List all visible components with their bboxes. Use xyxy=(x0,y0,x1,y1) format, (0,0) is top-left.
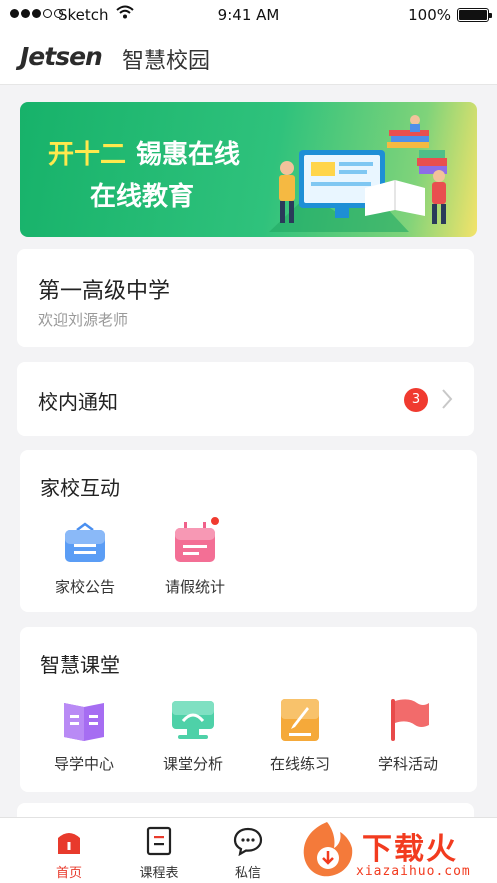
notice-count-badge: 3 xyxy=(404,388,428,412)
grid-item-label: 导学中心 xyxy=(53,755,114,773)
site-watermark: 下载火 xiazaihuo.com xyxy=(294,818,497,883)
smart-class-section: 智慧课堂 导学中心 课堂分析 在线练习 学科活动 xyxy=(20,627,477,792)
flag-icon xyxy=(385,697,431,743)
promo-banner[interactable]: 开十二 锡惠在线 在线教育 xyxy=(20,102,477,237)
banner-line2: 在线教育 xyxy=(90,182,195,212)
exercise-icon xyxy=(277,697,323,743)
grid-item-class-analysis[interactable]: 课堂分析 xyxy=(148,697,238,774)
banner-line1-text: 锡惠在线 xyxy=(136,140,241,170)
school-card[interactable]: 第一高级中学 欢迎刘源老师 xyxy=(17,249,474,347)
watermark-logo-icon xyxy=(303,822,353,877)
section-title-home-school: 家校互动 xyxy=(40,476,120,500)
watermark-url: xiazaihuo.com xyxy=(356,864,471,879)
monitor-icon xyxy=(170,697,216,743)
announcement-icon xyxy=(62,520,108,566)
grid-item-label: 请假统计 xyxy=(164,578,225,596)
tab-label: 课程表 xyxy=(139,866,179,881)
section-title-smart-class: 智慧课堂 xyxy=(40,653,120,677)
app-header: Jetsen 智慧校园 xyxy=(0,30,497,85)
tab-label: 首页 xyxy=(55,866,82,881)
new-indicator-dot xyxy=(210,516,220,526)
banner-line1: 开十二 锡惠在线 xyxy=(48,134,240,171)
grid-item-label: 学科活动 xyxy=(377,755,438,773)
tab-label: 私信 xyxy=(234,866,261,881)
book-icon xyxy=(61,697,107,743)
notice-title: 校内通知 xyxy=(38,390,118,414)
battery-percent: 100% xyxy=(408,6,451,24)
grid-item-label: 家校公告 xyxy=(54,578,115,596)
grid-item-announcement[interactable]: 家校公告 xyxy=(40,520,130,597)
calendar-icon xyxy=(172,516,220,566)
tab-home[interactable]: 首页 xyxy=(39,826,99,881)
tab-messages[interactable]: 私信 xyxy=(218,826,278,881)
grid-item-subject-activity[interactable]: 学科活动 xyxy=(363,697,453,774)
brand-logo: Jetsen xyxy=(20,42,103,71)
chat-bubble-icon xyxy=(233,826,263,857)
tab-schedule[interactable]: 课程表 xyxy=(129,826,189,881)
chevron-right-icon xyxy=(442,389,453,409)
home-school-section: 家校互动 家校公告 请假统计 xyxy=(20,450,477,612)
schedule-icon xyxy=(144,826,174,856)
home-icon xyxy=(54,826,84,856)
grid-item-online-exercise[interactable]: 在线练习 xyxy=(255,697,345,774)
welcome-text: 欢迎刘源老师 xyxy=(38,311,129,329)
app-title: 智慧校园 xyxy=(122,49,211,74)
grid-item-label: 课堂分析 xyxy=(162,755,223,773)
battery-icon xyxy=(457,8,492,22)
status-bar: Sketch 9:41 AM 100% xyxy=(0,0,497,30)
education-illustration xyxy=(269,115,447,232)
watermark-text: 下载火 xyxy=(362,832,458,867)
banner-highlight: 开十二 xyxy=(48,140,127,170)
school-name: 第一高级中学 xyxy=(38,279,171,304)
notice-row[interactable]: 校内通知 3 xyxy=(17,362,474,436)
grid-item-label: 在线练习 xyxy=(269,755,330,773)
grid-item-guide-center[interactable]: 导学中心 xyxy=(39,697,129,774)
grid-item-leave-stats[interactable]: 请假统计 xyxy=(150,516,240,597)
